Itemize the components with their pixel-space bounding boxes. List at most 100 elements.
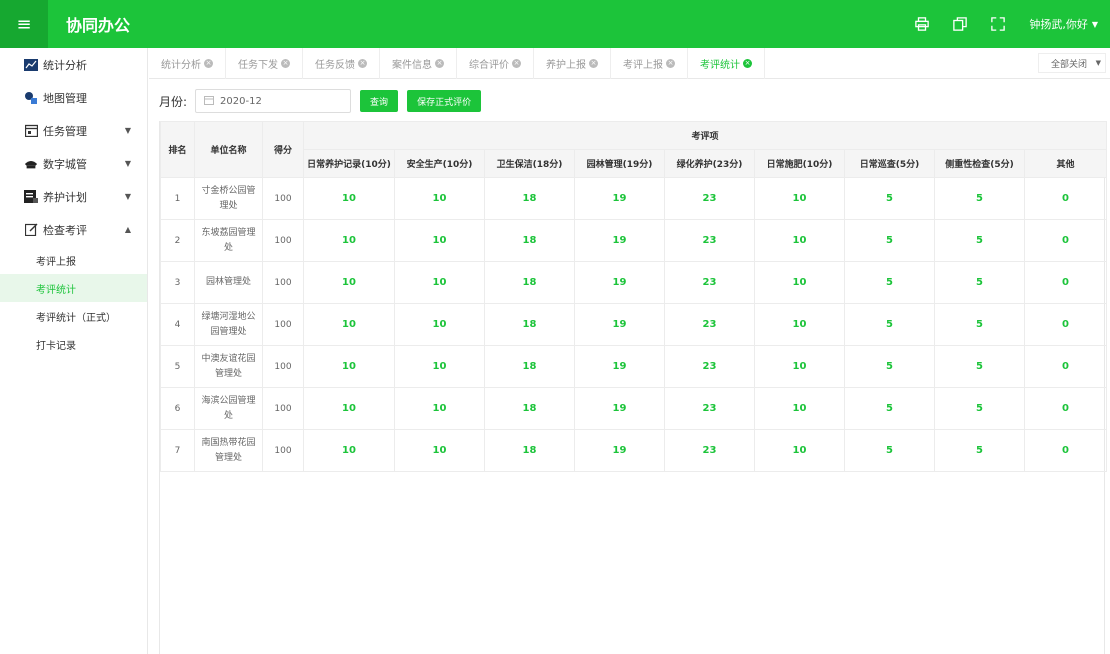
- plan-icon: [24, 190, 38, 204]
- close-icon[interactable]: ×: [512, 58, 521, 68]
- print-icon[interactable]: [903, 17, 941, 31]
- tab-label: 任务反馈: [315, 59, 355, 71]
- total-score-cell: 100: [262, 429, 304, 472]
- item-score-cell: 19: [574, 387, 665, 430]
- sidebar-subitem-checkin[interactable]: 打卡记录: [0, 330, 147, 358]
- sidebar-subitem-stats-formal[interactable]: 考评统计（正式）: [0, 302, 147, 330]
- tab-maintenance-report[interactable]: 养护上报 ×: [534, 47, 611, 79]
- item-score-cell: 5: [844, 387, 935, 430]
- save-formal-eval-button[interactable]: 保存正式评价: [407, 90, 482, 112]
- tab-label: 养护上报: [546, 59, 586, 71]
- edit-icon: [24, 223, 38, 237]
- calendar-icon: [204, 95, 215, 108]
- tab-task-dispatch[interactable]: 任务下发 ×: [226, 47, 303, 79]
- close-all-label: 全部关闭: [1051, 59, 1088, 70]
- item-score-cell: 5: [934, 219, 1025, 262]
- tab-eval-report[interactable]: 考评上报 ×: [611, 47, 688, 79]
- sidebar-item-label: 地图管理: [43, 91, 87, 105]
- caret-down-icon: ▼: [124, 159, 131, 168]
- item-score-cell: 23: [664, 345, 755, 388]
- sidebar-item-label: 数字城管: [43, 157, 87, 171]
- item-score-cell: 10: [394, 261, 485, 304]
- item-score-cell: 5: [934, 345, 1025, 388]
- table-row: 6 海滨公园管理处 100 10 10 18 19 23 10 5 5 0: [160, 387, 1108, 430]
- sidebar-item-task[interactable]: 任务管理 ▼: [0, 114, 147, 147]
- close-all-dropdown[interactable]: 全部关闭 ▼: [1038, 53, 1106, 73]
- item-score-cell: 0: [1023, 429, 1108, 472]
- month-picker[interactable]: 2020-12: [195, 89, 352, 113]
- tab-case-info[interactable]: 案件信息 ×: [380, 47, 457, 79]
- tab-label: 考评上报: [623, 59, 663, 71]
- item-score-cell: 5: [844, 303, 935, 346]
- close-icon[interactable]: ×: [204, 58, 213, 68]
- item-score-cell: 10: [303, 345, 395, 388]
- close-icon[interactable]: ×: [666, 58, 675, 68]
- sidebar-item-map[interactable]: 地图管理: [0, 81, 147, 114]
- sidebar-item-stats[interactable]: 统计分析: [0, 48, 147, 81]
- query-button[interactable]: 查询: [360, 90, 399, 112]
- user-menu[interactable]: 钟扬武,你好 ▼: [1029, 16, 1098, 32]
- table-row: 1 寸金桥公园管理处 100 10 10 18 19 23 10 5 5 0: [160, 177, 1108, 220]
- item-score-cell: 5: [844, 219, 935, 262]
- item-score-cell: 19: [574, 429, 665, 472]
- item-score-cell: 19: [574, 345, 665, 388]
- map-icon: [24, 91, 38, 105]
- item-score-cell: 10: [303, 177, 395, 220]
- close-icon[interactable]: ×: [743, 58, 752, 68]
- item-score-cell: 18: [484, 303, 575, 346]
- menu-toggle-button[interactable]: ≡: [0, 0, 48, 48]
- results-table-container: 排名 单位名称 得分 考评项 日常养护记录(10分) 安全生产(10分) 卫生保…: [159, 121, 1108, 654]
- tab-task-feedback[interactable]: 任务反馈 ×: [303, 47, 380, 79]
- unit-name-cell: 绿塘河湿地公园管理处: [194, 303, 263, 346]
- results-table: 排名 单位名称 得分 考评项 日常养护记录(10分) 安全生产(10分) 卫生保…: [160, 121, 1108, 472]
- fullscreen-icon[interactable]: [979, 17, 1017, 31]
- item-score-cell: 10: [394, 387, 485, 430]
- sidebar-subitem-report[interactable]: 考评上报: [0, 246, 147, 274]
- item-score-cell: 18: [484, 387, 575, 430]
- item-score-cell: 5: [934, 387, 1025, 430]
- tab-stats[interactable]: 统计分析 ×: [149, 47, 226, 79]
- sidebar-item-inspection[interactable]: 检查考评 ▲: [0, 213, 147, 246]
- header-item: 日常施肥(10分): [754, 149, 845, 178]
- item-score-cell: 10: [754, 303, 845, 346]
- sidebar-item-city[interactable]: 数字城管 ▼: [0, 147, 147, 180]
- item-score-cell: 5: [934, 261, 1025, 304]
- item-score-cell: 5: [844, 429, 935, 472]
- item-score-cell: 10: [394, 303, 485, 346]
- tab-eval-stats[interactable]: 考评统计 ×: [688, 47, 765, 79]
- header-item: 安全生产(10分): [394, 149, 485, 178]
- sidebar-item-plan[interactable]: 养护计划 ▼: [0, 180, 147, 213]
- caret-down-icon: ▼: [1091, 19, 1098, 29]
- item-score-cell: 23: [664, 219, 755, 262]
- total-score-cell: 100: [262, 219, 304, 262]
- close-icon[interactable]: ×: [358, 58, 367, 68]
- top-bar: ≡ 协同办公 钟扬武,你好 ▼: [0, 0, 1110, 48]
- police-cap-icon: [24, 157, 38, 171]
- header-eval-items: 考评项: [302, 121, 1108, 150]
- close-icon[interactable]: ×: [435, 58, 444, 68]
- sidebar-subitem-stats[interactable]: 考评统计: [0, 274, 147, 302]
- item-score-cell: 10: [303, 219, 395, 262]
- item-score-cell: 5: [844, 261, 935, 304]
- task-icon: [24, 124, 38, 138]
- header-item: 侧重性检查(5分): [934, 149, 1025, 178]
- rank-cell: 5: [160, 345, 195, 388]
- app-title: 协同办公: [66, 16, 131, 35]
- item-score-cell: 0: [1023, 219, 1108, 262]
- table-row: 2 东坡荔园管理处 100 10 10 18 19 23 10 5 5 0: [160, 219, 1108, 262]
- item-score-cell: 10: [303, 429, 395, 472]
- close-icon[interactable]: ×: [281, 58, 290, 68]
- item-score-cell: 10: [303, 303, 395, 346]
- copy-icon[interactable]: [941, 17, 979, 31]
- table-body: 1 寸金桥公园管理处 100 10 10 18 19 23 10 5 5 0 2 东坡荔园管理处 100 10…: [160, 177, 1108, 472]
- close-icon[interactable]: ×: [589, 58, 598, 68]
- item-score-cell: 18: [484, 345, 575, 388]
- tab-label: 统计分析: [161, 59, 201, 71]
- item-score-cell: 5: [934, 429, 1025, 472]
- sidebar-item-label: 养护计划: [43, 190, 87, 204]
- tab-overall-eval[interactable]: 综合评价 ×: [457, 47, 534, 79]
- month-label: 月份:: [159, 94, 188, 109]
- table-row: 3 园林管理处 100 10 10 18 19 23 10 5 5 0: [160, 261, 1108, 304]
- item-score-cell: 10: [754, 219, 845, 262]
- sidebar: 统计分析 地图管理 任务管理 ▼ 数字城管 ▼ 养护计划 ▼ 检查考评 ▲ 考评…: [0, 48, 148, 654]
